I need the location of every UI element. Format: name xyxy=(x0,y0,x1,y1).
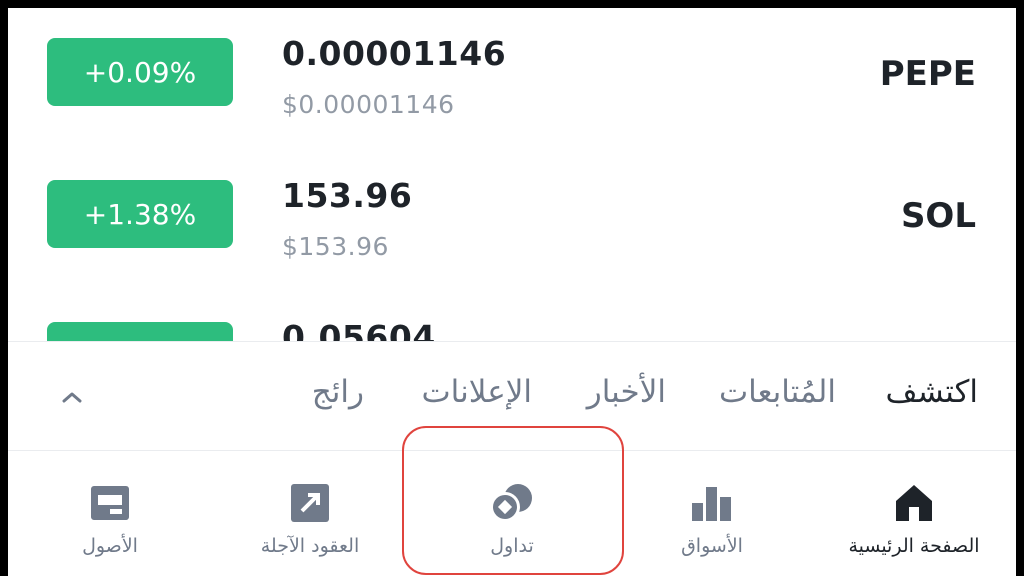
nav-markets-label: الأسواق xyxy=(681,535,743,557)
coin-list: +0.09% 0.00001146 $0.00001146 PEPE +1.38… xyxy=(8,8,1016,341)
nav-trade[interactable]: تداول xyxy=(412,451,612,576)
bar-chart-icon xyxy=(690,481,734,529)
coin-row-sol[interactable]: +1.38% 153.96 $153.96 SOL xyxy=(8,150,1016,292)
coin-usd-price: $0.00001146 xyxy=(282,90,455,119)
coin-price: 153.96 xyxy=(282,176,413,215)
coins-icon xyxy=(488,481,536,529)
coin-price: 0.00001146 xyxy=(282,34,507,73)
news-tabs-bar: اكتشف المُتابعات الأخبار الإعلانات رائج xyxy=(8,341,1016,451)
nav-home-label: الصفحة الرئيسية xyxy=(848,535,980,557)
change-badge[interactable] xyxy=(47,322,233,341)
coin-symbol: PEPE xyxy=(879,54,976,94)
nav-assets-label: الأصول xyxy=(82,535,138,557)
coin-price: 0.05604 xyxy=(282,318,436,341)
coin-symbol: SOL xyxy=(900,196,976,236)
change-badge[interactable]: +0.09% xyxy=(47,38,233,106)
chevron-up-icon[interactable] xyxy=(52,382,92,412)
app-screen: +0.09% 0.00001146 $0.00001146 PEPE +1.38… xyxy=(8,8,1016,576)
coin-row-pepe[interactable]: +0.09% 0.00001146 $0.00001146 PEPE xyxy=(8,8,1016,150)
tab-announcements[interactable]: الإعلانات xyxy=(421,374,532,410)
nav-markets[interactable]: الأسواق xyxy=(612,451,812,576)
coin-row-partial[interactable]: 0.05604 xyxy=(8,292,1016,341)
coin-usd-price: $153.96 xyxy=(282,232,389,261)
tab-news[interactable]: الأخبار xyxy=(587,374,666,410)
futures-icon xyxy=(288,481,332,529)
tab-trending[interactable]: رائج xyxy=(312,374,364,410)
nav-futures[interactable]: العقود الآجلة xyxy=(210,451,410,576)
tab-discover[interactable]: اكتشف xyxy=(886,374,978,410)
wallet-icon xyxy=(88,481,132,529)
nav-trade-label: تداول xyxy=(490,535,534,557)
tab-following[interactable]: المُتابعات xyxy=(719,374,836,410)
change-badge[interactable]: +1.38% xyxy=(47,180,233,248)
nav-assets[interactable]: الأصول xyxy=(10,451,210,576)
home-icon xyxy=(892,481,936,529)
nav-home[interactable]: الصفحة الرئيسية xyxy=(814,451,1014,576)
nav-futures-label: العقود الآجلة xyxy=(260,535,360,557)
bottom-navigation: الصفحة الرئيسية الأسواق تداول العقود الآ… xyxy=(8,451,1016,576)
